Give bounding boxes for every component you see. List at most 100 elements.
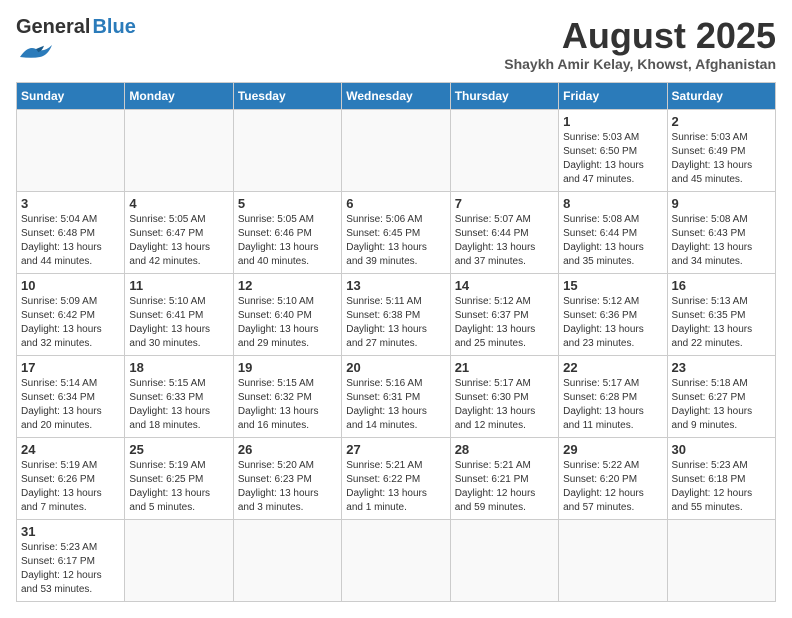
week-row-2: 10 Sunrise: 5:09 AM Sunset: 6:42 PM Dayli… [17,273,776,355]
day-cell: 30 Sunrise: 5:23 AM Sunset: 6:18 PM Dayli… [667,437,775,519]
day-info: Sunrise: 5:13 AM Sunset: 6:35 PM Dayligh… [672,295,771,351]
day-info: Sunrise: 5:22 AM Sunset: 6:20 PM Dayligh… [563,459,662,515]
day-number: 23 [672,360,771,375]
day-number: 25 [129,442,228,457]
day-cell: 4 Sunrise: 5:05 AM Sunset: 6:47 PM Daylig… [125,191,233,273]
day-number: 1 [563,114,662,129]
week-row-3: 17Sunrise: 5:14 AM Sunset: 6:34 PM Dayli… [17,355,776,437]
day-cell [17,109,125,191]
logo-bird-icon [16,39,56,67]
logo-text-general: General [16,16,90,39]
header-cell-friday: Friday [559,82,667,109]
calendar-title: August 2025 [504,16,776,56]
day-info: Sunrise: 5:20 AM Sunset: 6:23 PM Dayligh… [238,459,337,515]
day-number: 28 [455,442,554,457]
day-number: 24 [21,442,120,457]
day-cell: 29Sunrise: 5:22 AM Sunset: 6:20 PM Dayli… [559,437,667,519]
header-row: SundayMondayTuesdayWednesdayThursdayFrid… [17,82,776,109]
week-row-0: 1 Sunrise: 5:03 AM Sunset: 6:50 PM Daylig… [17,109,776,191]
day-cell: 8Sunrise: 5:08 AM Sunset: 6:44 PM Daylig… [559,191,667,273]
calendar-subtitle: Shaykh Amir Kelay, Khowst, Afghanistan [504,56,776,72]
day-info: Sunrise: 5:19 AM Sunset: 6:25 PM Dayligh… [129,459,228,515]
day-cell: 21Sunrise: 5:17 AM Sunset: 6:30 PM Dayli… [450,355,558,437]
day-number: 14 [455,278,554,293]
day-number: 12 [238,278,337,293]
day-cell [125,519,233,601]
day-info: Sunrise: 5:15 AM Sunset: 6:33 PM Dayligh… [129,377,228,433]
page-header: General Blue August 2025 Shaykh Amir Kel… [16,16,776,72]
day-cell [342,519,450,601]
day-info: Sunrise: 5:16 AM Sunset: 6:31 PM Dayligh… [346,377,445,433]
day-info: Sunrise: 5:05 AM Sunset: 6:46 PM Dayligh… [238,213,337,269]
day-cell: 6Sunrise: 5:06 AM Sunset: 6:45 PM Daylig… [342,191,450,273]
day-cell: 17Sunrise: 5:14 AM Sunset: 6:34 PM Dayli… [17,355,125,437]
day-cell: 25 Sunrise: 5:19 AM Sunset: 6:25 PM Dayli… [125,437,233,519]
day-cell: 19Sunrise: 5:15 AM Sunset: 6:32 PM Dayli… [233,355,341,437]
header-cell-wednesday: Wednesday [342,82,450,109]
day-cell: 3Sunrise: 5:04 AM Sunset: 6:48 PM Daylig… [17,191,125,273]
day-number: 11 [129,278,228,293]
header-cell-saturday: Saturday [667,82,775,109]
day-cell: 15Sunrise: 5:12 AM Sunset: 6:36 PM Dayli… [559,273,667,355]
header-cell-thursday: Thursday [450,82,558,109]
day-number: 22 [563,360,662,375]
day-info: Sunrise: 5:21 AM Sunset: 6:22 PM Dayligh… [346,459,445,515]
day-cell: 12 Sunrise: 5:10 AM Sunset: 6:40 PM Dayli… [233,273,341,355]
day-info: Sunrise: 5:10 AM Sunset: 6:40 PM Dayligh… [238,295,337,351]
day-number: 7 [455,196,554,211]
day-number: 4 [129,196,228,211]
day-info: Sunrise: 5:03 AM Sunset: 6:50 PM Dayligh… [563,131,662,187]
day-cell [233,519,341,601]
day-info: Sunrise: 5:08 AM Sunset: 6:43 PM Dayligh… [672,213,771,269]
day-cell: 22Sunrise: 5:17 AM Sunset: 6:28 PM Dayli… [559,355,667,437]
day-cell: 18Sunrise: 5:15 AM Sunset: 6:33 PM Dayli… [125,355,233,437]
day-cell: 10 Sunrise: 5:09 AM Sunset: 6:42 PM Dayli… [17,273,125,355]
day-number: 10 [21,278,120,293]
day-info: Sunrise: 5:05 AM Sunset: 6:47 PM Dayligh… [129,213,228,269]
day-cell: 11Sunrise: 5:10 AM Sunset: 6:41 PM Dayli… [125,273,233,355]
day-number: 26 [238,442,337,457]
day-info: Sunrise: 5:04 AM Sunset: 6:48 PM Dayligh… [21,213,120,269]
day-number: 31 [21,524,120,539]
day-info: Sunrise: 5:19 AM Sunset: 6:26 PM Dayligh… [21,459,120,515]
title-area: August 2025 Shaykh Amir Kelay, Khowst, A… [504,16,776,72]
day-number: 13 [346,278,445,293]
day-number: 17 [21,360,120,375]
day-info: Sunrise: 5:11 AM Sunset: 6:38 PM Dayligh… [346,295,445,351]
logo-text-blue: Blue [92,16,135,39]
day-cell [667,519,775,601]
day-cell: 16Sunrise: 5:13 AM Sunset: 6:35 PM Dayli… [667,273,775,355]
day-info: Sunrise: 5:23 AM Sunset: 6:17 PM Dayligh… [21,541,120,597]
week-row-5: 31 Sunrise: 5:23 AM Sunset: 6:17 PM Dayli… [17,519,776,601]
day-info: Sunrise: 5:06 AM Sunset: 6:45 PM Dayligh… [346,213,445,269]
day-info: Sunrise: 5:12 AM Sunset: 6:37 PM Dayligh… [455,295,554,351]
calendar-body: 1 Sunrise: 5:03 AM Sunset: 6:50 PM Daylig… [17,109,776,601]
day-cell: 20Sunrise: 5:16 AM Sunset: 6:31 PM Dayli… [342,355,450,437]
day-number: 21 [455,360,554,375]
day-cell [450,109,558,191]
day-info: Sunrise: 5:18 AM Sunset: 6:27 PM Dayligh… [672,377,771,433]
week-row-4: 24 Sunrise: 5:19 AM Sunset: 6:26 PM Dayli… [17,437,776,519]
week-row-1: 3Sunrise: 5:04 AM Sunset: 6:48 PM Daylig… [17,191,776,273]
day-info: Sunrise: 5:21 AM Sunset: 6:21 PM Dayligh… [455,459,554,515]
day-cell [342,109,450,191]
day-info: Sunrise: 5:23 AM Sunset: 6:18 PM Dayligh… [672,459,771,515]
day-cell: 14 Sunrise: 5:12 AM Sunset: 6:37 PM Dayli… [450,273,558,355]
day-number: 30 [672,442,771,457]
day-cell: 27Sunrise: 5:21 AM Sunset: 6:22 PM Dayli… [342,437,450,519]
day-cell: 1 Sunrise: 5:03 AM Sunset: 6:50 PM Daylig… [559,109,667,191]
day-cell: 2Sunrise: 5:03 AM Sunset: 6:49 PM Daylig… [667,109,775,191]
logo: General Blue [16,16,136,67]
day-number: 19 [238,360,337,375]
calendar-table: SundayMondayTuesdayWednesdayThursdayFrid… [16,82,776,602]
day-cell: 31 Sunrise: 5:23 AM Sunset: 6:17 PM Dayli… [17,519,125,601]
day-cell [559,519,667,601]
day-cell [233,109,341,191]
calendar-header: SundayMondayTuesdayWednesdayThursdayFrid… [17,82,776,109]
day-cell: 23 Sunrise: 5:18 AM Sunset: 6:27 PM Dayli… [667,355,775,437]
day-info: Sunrise: 5:09 AM Sunset: 6:42 PM Dayligh… [21,295,120,351]
header-cell-tuesday: Tuesday [233,82,341,109]
day-info: Sunrise: 5:03 AM Sunset: 6:49 PM Dayligh… [672,131,771,187]
day-info: Sunrise: 5:07 AM Sunset: 6:44 PM Dayligh… [455,213,554,269]
day-info: Sunrise: 5:08 AM Sunset: 6:44 PM Dayligh… [563,213,662,269]
